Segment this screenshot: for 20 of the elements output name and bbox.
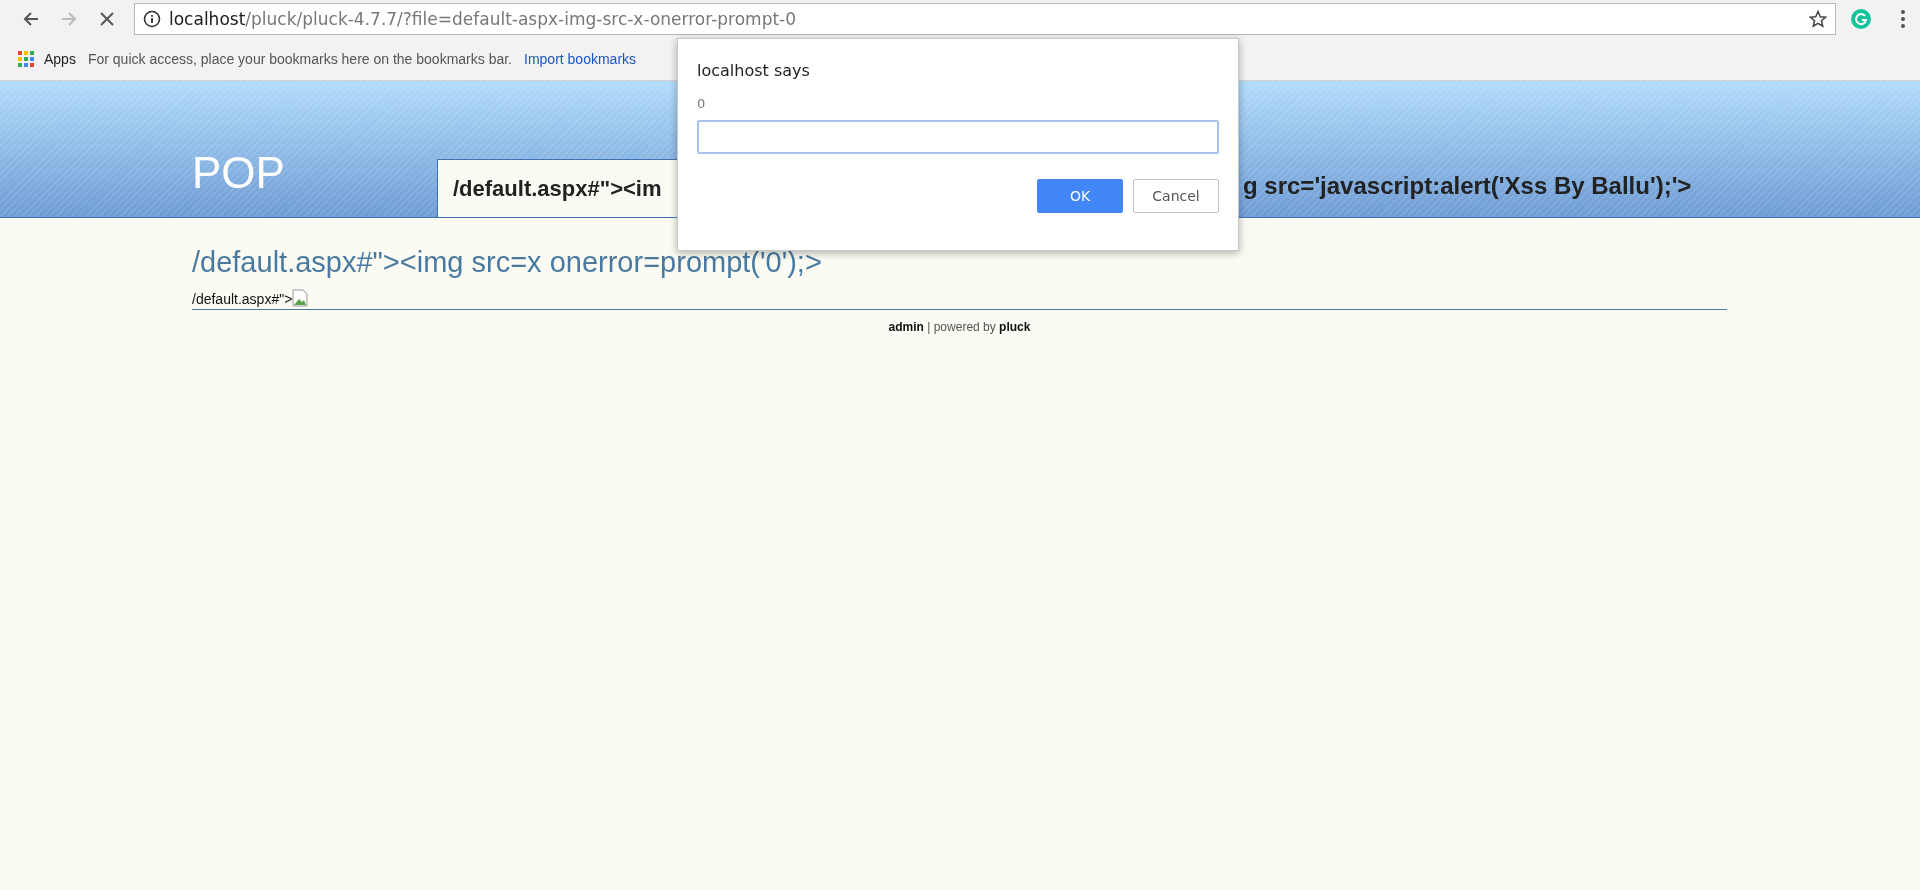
- broken-image-icon: [292, 289, 309, 307]
- cancel-button[interactable]: Cancel: [1133, 179, 1219, 213]
- dialog-title: localhost says: [697, 61, 811, 80]
- url-path: /pluck/pluck-4.7.7/?file=default-aspx-img-src-x-onerror-prompt-0: [245, 9, 797, 29]
- prompt-input[interactable]: [697, 120, 1219, 154]
- import-bookmarks-link[interactable]: Import bookmarks: [524, 51, 637, 67]
- page-heading: /default.aspx#"><img src=x onerror=prompt('0');>: [192, 246, 823, 279]
- address-bar[interactable]: localhost/pluck/pluck-4.7.7/?file=default-aspx-img-src-x-onerror-prompt-0: [134, 3, 1836, 35]
- bookmarks-hint: For quick access, place your bookmarks here on the bookmarks bar.: [87, 51, 512, 67]
- star-icon[interactable]: [1809, 10, 1827, 28]
- info-icon: [143, 10, 161, 28]
- tab-overflow-text: g src='javascript:alert('Xss By Ballu');'>: [1243, 171, 1692, 201]
- body-text: /default.aspx#">: [192, 291, 293, 307]
- url-host: localhost: [169, 9, 246, 29]
- footer-text: admin | powered by pluck: [888, 320, 1031, 334]
- apps-grid-icon: [18, 51, 34, 67]
- ok-button[interactable]: OK: [1037, 179, 1123, 213]
- dialog-message: 0: [697, 96, 707, 111]
- menu-icon[interactable]: [1900, 9, 1906, 29]
- apps-link[interactable]: Apps: [44, 51, 76, 67]
